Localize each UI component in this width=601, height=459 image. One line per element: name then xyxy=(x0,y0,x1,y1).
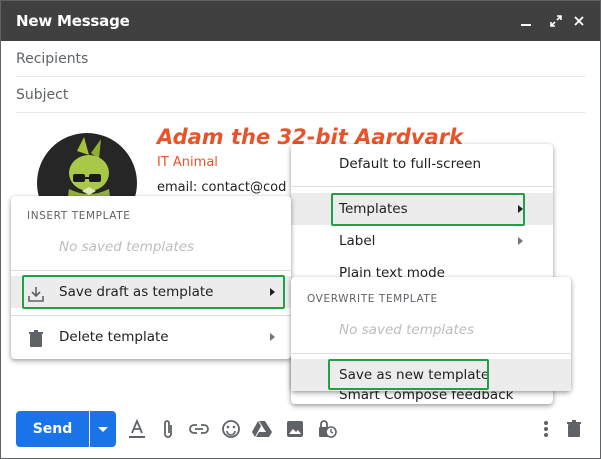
recipients-field[interactable]: Recipients xyxy=(16,41,586,77)
send-options-button[interactable] xyxy=(90,411,116,447)
compose-window: New Message Recipients Subject Adam the … xyxy=(0,0,601,459)
discard-draft-icon[interactable] xyxy=(563,418,585,440)
compose-titlebar: New Message xyxy=(1,1,600,41)
send-button[interactable]: Send xyxy=(16,411,89,447)
menu-separator xyxy=(11,270,291,271)
delete-template-label: Delete template xyxy=(59,329,169,345)
menu-item-default-fullscreen[interactable]: Default to full-screen xyxy=(291,148,553,180)
signature-role: IT Animal xyxy=(157,155,218,170)
formatting-icon[interactable] xyxy=(126,418,148,440)
trash-icon xyxy=(28,328,46,347)
overwrite-template-header: OVERWRITE TEMPLATE xyxy=(307,293,438,305)
menu-separator xyxy=(11,315,291,316)
submenu-arrow-icon xyxy=(270,333,275,341)
drive-icon[interactable] xyxy=(251,418,273,440)
templates-highlight xyxy=(331,193,525,226)
save-draft-highlight xyxy=(22,275,285,309)
submenu-arrow-icon xyxy=(518,237,523,245)
compose-toolbar: Send xyxy=(1,407,600,453)
fullscreen-icon[interactable] xyxy=(545,9,567,33)
insert-template-header: INSERT TEMPLATE xyxy=(27,210,131,222)
menu-separator xyxy=(291,186,553,187)
menu-separator xyxy=(291,353,571,354)
menu-item-delete-template[interactable]: Delete template xyxy=(11,321,291,353)
confidential-mode-icon[interactable] xyxy=(316,418,338,440)
minimize-icon[interactable] xyxy=(515,9,537,33)
menu-item-label[interactable]: Label xyxy=(291,225,553,257)
signature-email: email: contact@cod xyxy=(157,180,287,195)
window-title: New Message xyxy=(16,12,130,30)
save-new-template-highlight xyxy=(328,359,489,390)
photo-icon[interactable] xyxy=(284,418,306,440)
subject-field[interactable]: Subject xyxy=(16,77,586,113)
no-templates-text: No saved templates xyxy=(59,239,195,255)
emoji-icon[interactable] xyxy=(220,418,242,440)
attach-icon[interactable] xyxy=(157,418,179,440)
close-icon[interactable] xyxy=(568,9,590,33)
no-templates-text: No saved templates xyxy=(339,322,475,338)
more-options-icon[interactable] xyxy=(535,418,557,440)
link-icon[interactable] xyxy=(188,418,210,440)
